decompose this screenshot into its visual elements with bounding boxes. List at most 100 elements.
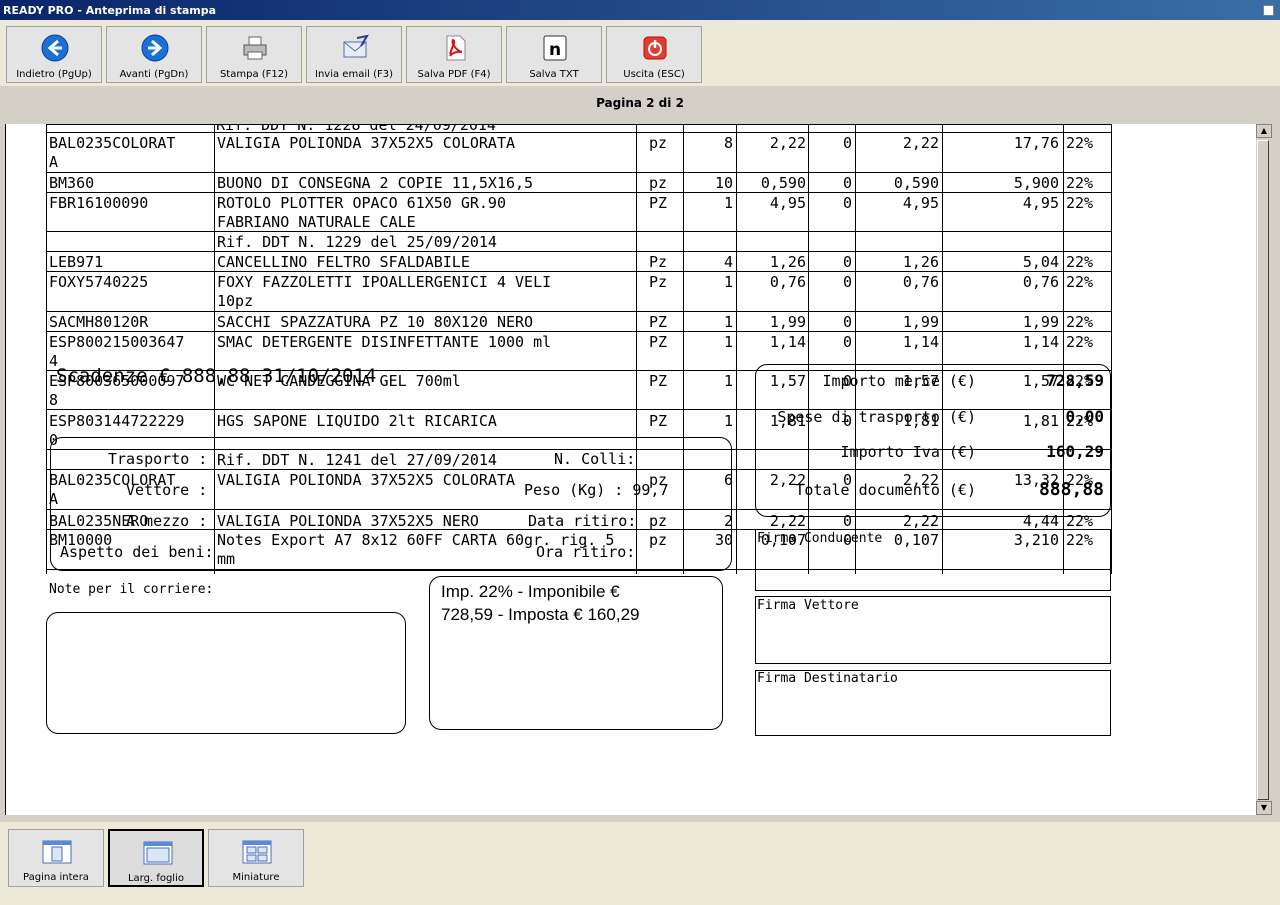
vertical-scrollbar[interactable]: ▲ ▼ — [1256, 124, 1272, 815]
svg-text:n: n — [549, 40, 561, 60]
print-button-label: Stampa (F12) — [219, 69, 289, 80]
save-txt-button[interactable]: n Salva TXT — [506, 26, 602, 83]
row-code: FOXY5740225 — [49, 273, 149, 291]
thumbnails-button[interactable]: Miniature — [208, 829, 304, 887]
row-qty: 1 — [723, 313, 733, 331]
totale-documento-label: Totale documento (€) — [795, 481, 976, 499]
firma-vettore-label: Firma Vettore — [757, 598, 859, 613]
row-price: 1,14 — [769, 333, 806, 351]
vettore-label: Vettore : — [126, 481, 208, 499]
row-price: 2,22 — [769, 134, 806, 152]
scadenze-text: Scadenze € 888,88 31/10/2014 — [56, 365, 377, 387]
row-net: 0,76 — [902, 273, 939, 291]
row-um: Pz — [649, 273, 668, 291]
peso-label: Peso (Kg) : 99,7 — [524, 481, 669, 499]
full-page-button[interactable]: Pagina intera — [8, 829, 104, 887]
row-code-cont: A — [49, 153, 59, 171]
row-desc: FOXY FAZZOLETTI IPOALLERGENICI 4 VELI — [217, 273, 552, 291]
row-net: 1,14 — [902, 333, 939, 351]
row-net: 0,590 — [893, 174, 939, 192]
row-total: 17,76 — [1013, 134, 1059, 152]
exit-button-label: Uscita (ESC) — [623, 69, 685, 80]
email-icon — [343, 34, 369, 58]
scroll-up-icon[interactable]: ▲ — [1256, 124, 1272, 138]
toolbar: Indietro (PgUp) Avanti (PgDn) Stampa (F1… — [0, 20, 1280, 86]
send-email-button[interactable]: Invia email (F3) — [306, 26, 402, 83]
importo-iva-value: 160,29 — [1046, 442, 1104, 461]
row-price: 0,76 — [769, 273, 806, 291]
pdf-icon — [446, 35, 466, 61]
page-width-label: Larg. foglio — [127, 873, 184, 884]
row-total: 1,99 — [1022, 313, 1059, 331]
row-total: 0,76 — [1022, 273, 1059, 291]
print-preview-area[interactable]: Rif. DDT N. 1228 del 24/09/2014 BAL0235C… — [5, 124, 1257, 815]
printer-icon — [243, 36, 267, 60]
forward-button[interactable]: Avanti (PgDn) — [106, 26, 202, 83]
row-iva: 22% — [1066, 333, 1094, 351]
row-um: Pz — [649, 253, 668, 271]
row-um: PZ — [649, 412, 668, 430]
row-um: PZ — [649, 372, 668, 390]
row-total: 5,04 — [1022, 253, 1059, 271]
row-desc: ROTOLO PLOTTER OPACO 61X50 GR.90 — [217, 194, 506, 212]
firma-destinatario-label: Firma Destinatario — [757, 671, 898, 686]
row-code: BAL0235COLORAT — [49, 134, 176, 152]
row-um: PZ — [649, 313, 668, 331]
save-txt-button-label: Salva TXT — [529, 69, 579, 80]
row-net: 1,99 — [902, 313, 939, 331]
view-mode-bar: Pagina intera Larg. foglio Miniature — [0, 822, 1280, 905]
print-button[interactable]: Stampa (F12) — [206, 26, 302, 83]
row-code: SACMH80120R — [49, 313, 149, 331]
row-code-cont: 8 — [49, 391, 59, 409]
importo-merce-label: Importo merce (€) — [822, 372, 976, 390]
close-icon[interactable] — [1263, 5, 1274, 16]
doc-ref: Rif. DDT N. 1229 del 25/09/2014 — [217, 233, 497, 251]
aspetto-beni-label: Aspetto dei beni: — [60, 543, 214, 561]
row-iva: 22% — [1066, 313, 1094, 331]
text-file-icon: n — [543, 35, 567, 61]
row-qty: 1 — [723, 333, 733, 351]
row-net: 1,26 — [902, 253, 939, 271]
exit-button[interactable]: Uscita (ESC) — [606, 26, 702, 83]
row-qty: 1 — [723, 273, 733, 291]
row-desc: VALIGIA POLIONDA 37X52X5 COLORATA — [217, 134, 516, 152]
spese-trasporto-label: Spese di trasporto (€) — [777, 408, 976, 426]
row-iva: 22% — [1066, 134, 1094, 152]
arrow-left-icon — [41, 34, 69, 62]
thumbnails-label: Miniature — [232, 872, 280, 883]
row-qty: 8 — [723, 134, 733, 152]
send-email-button-label: Invia email (F3) — [315, 69, 393, 80]
save-pdf-button-label: Salva PDF (F4) — [417, 69, 491, 80]
iva-summary-line2: 728,59 - Imposta € 160,29 — [441, 605, 640, 624]
row-price: 1,26 — [769, 253, 806, 271]
row-qty: 1 — [723, 194, 733, 212]
page-width-button[interactable]: Larg. foglio — [108, 829, 204, 887]
row-disc: 0 — [842, 273, 852, 291]
row-iva: 22% — [1066, 174, 1094, 192]
row-desc: BUONO DI CONSEGNA 2 COPIE 11,5X16,5 — [217, 174, 534, 192]
row-disc: 0 — [842, 253, 852, 271]
row-code: ESP800215003647 — [49, 333, 185, 351]
note-corriere-box — [46, 612, 406, 734]
save-pdf-button[interactable]: Salva PDF (F4) — [406, 26, 502, 83]
row-desc: HGS SAPONE LIQUIDO 2lt RICARICA — [217, 412, 497, 430]
power-icon — [643, 36, 667, 60]
ora-ritiro-label: Ora ritiro: — [536, 543, 636, 561]
forward-button-label: Avanti (PgDn) — [119, 69, 189, 80]
row-price: 1,99 — [769, 313, 806, 331]
scroll-thumb[interactable] — [1257, 140, 1269, 800]
row-price: 0,590 — [760, 174, 806, 192]
a-mezzo-label: A mezzo : — [126, 512, 208, 530]
row-code: FBR16100090 — [49, 194, 149, 212]
row-iva: 22% — [1066, 253, 1094, 271]
arrow-right-icon — [141, 34, 169, 62]
back-button[interactable]: Indietro (PgUp) — [6, 26, 102, 83]
row-desc: SACCHI SPAZZATURA PZ 10 80X120 NERO — [217, 313, 534, 331]
scroll-down-icon[interactable]: ▼ — [1256, 801, 1272, 815]
full-page-icon — [42, 840, 72, 864]
row-code: ESP803144722229 — [49, 412, 185, 430]
iva-summary-line1: Imp. 22% - Imponibile € — [441, 582, 620, 601]
page-indicator: Pagina 2 di 2 — [596, 96, 684, 110]
thumbnails-icon — [242, 840, 272, 864]
row-desc-cont: FABRIANO NATURALE CALE — [217, 213, 416, 231]
